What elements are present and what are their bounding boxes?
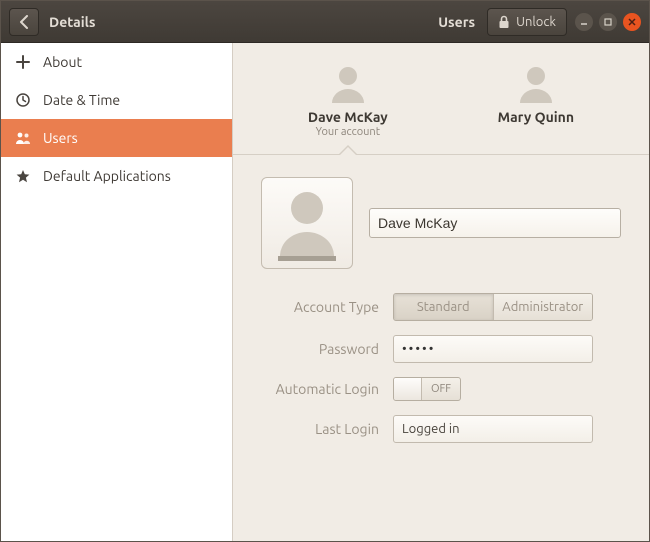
titlebar: Details Users Unlock	[1, 1, 649, 43]
avatar-icon	[514, 61, 558, 105]
window-controls	[575, 13, 641, 31]
sidebar-item-label: Users	[43, 130, 78, 146]
page-title: Details	[49, 14, 95, 30]
sidebar-item-users[interactable]: Users	[1, 119, 232, 157]
last-login-label: Last Login	[233, 421, 393, 437]
account-type-label: Account Type	[233, 299, 393, 315]
star-icon	[15, 169, 31, 183]
user-cell-0[interactable]: Dave McKay Your account	[308, 61, 388, 138]
titlebar-section: Users	[438, 14, 475, 30]
auto-login-label: Automatic Login	[233, 381, 393, 397]
user-cell-1[interactable]: Mary Quinn	[498, 61, 574, 138]
sidebar: About Date & Time Users Default Applicat…	[1, 43, 233, 541]
sidebar-item-datetime[interactable]: Date & Time	[1, 81, 232, 119]
full-name-input[interactable]	[369, 208, 621, 238]
seg-standard[interactable]: Standard	[394, 294, 493, 320]
maximize-button[interactable]	[599, 13, 617, 31]
password-label: Password	[233, 341, 393, 357]
sidebar-item-label: Default Applications	[43, 168, 171, 184]
user-selector-row: Dave McKay Your account Mary Quinn	[233, 61, 649, 138]
seg-administrator[interactable]: Administrator	[493, 294, 593, 320]
users-icon	[15, 131, 31, 145]
user-form: Account Type Standard Administrator Pass…	[233, 155, 649, 443]
user-subtitle: Your account	[308, 126, 388, 138]
minimize-button[interactable]	[575, 13, 593, 31]
account-type-segmented[interactable]: Standard Administrator	[393, 293, 593, 321]
sidebar-item-default-apps[interactable]: Default Applications	[1, 157, 232, 195]
selected-pointer-icon	[338, 145, 358, 155]
unlock-label: Unlock	[516, 15, 556, 29]
close-button[interactable]	[623, 13, 641, 31]
main-panel: Dave McKay Your account Mary Quinn	[233, 43, 649, 541]
sidebar-item-label: Date & Time	[43, 92, 120, 108]
user-name-label: Mary Quinn	[498, 109, 574, 125]
switch-state: OFF	[422, 378, 460, 400]
unlock-button[interactable]: Unlock	[487, 8, 567, 36]
back-button[interactable]	[9, 8, 39, 36]
password-field[interactable]: •••••	[393, 335, 593, 363]
avatar-icon	[326, 61, 370, 105]
switch-knob	[394, 378, 422, 400]
last-login-value[interactable]: Logged in	[393, 415, 593, 443]
clock-icon	[15, 93, 31, 107]
auto-login-switch[interactable]: OFF	[393, 377, 461, 401]
avatar-button[interactable]	[261, 177, 353, 269]
sidebar-item-label: About	[43, 54, 82, 70]
lock-icon	[498, 15, 510, 29]
sidebar-item-about[interactable]: About	[1, 43, 232, 81]
plus-icon	[15, 55, 31, 69]
user-name-label: Dave McKay	[308, 109, 388, 125]
